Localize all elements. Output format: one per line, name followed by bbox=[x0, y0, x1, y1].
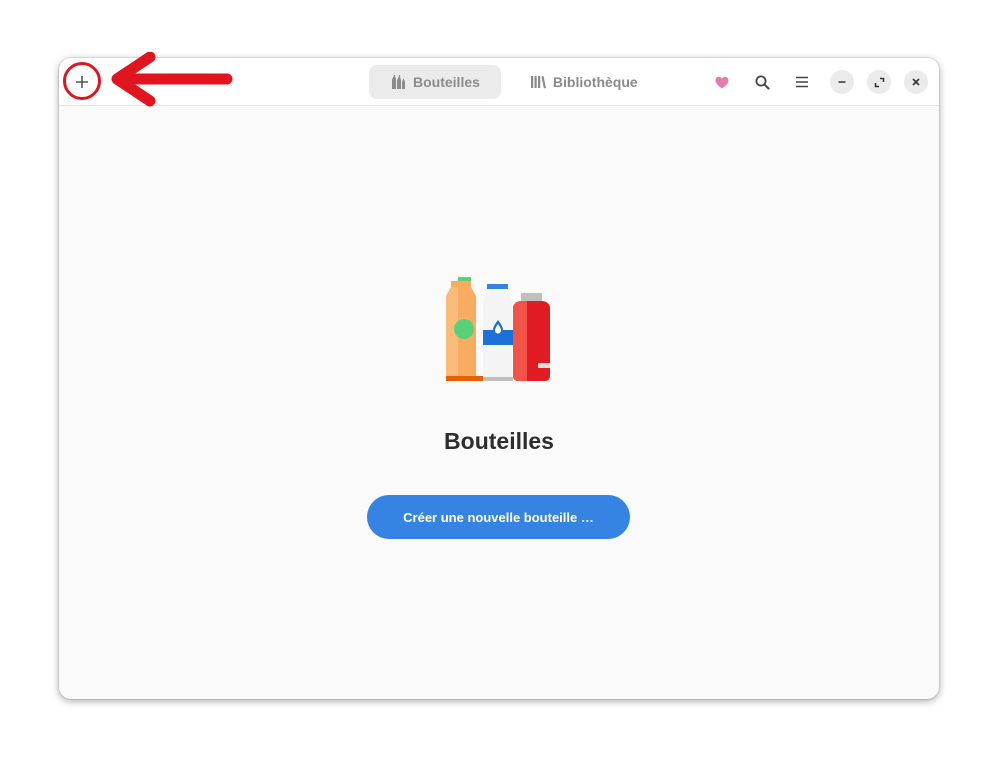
search-icon bbox=[755, 75, 770, 90]
menu-icon bbox=[796, 76, 808, 88]
tab-label: Bibliothèque bbox=[552, 74, 638, 90]
create-bottle-button[interactable]: Créer une nouvelle bouteille … bbox=[367, 495, 630, 539]
bottles-illustration bbox=[445, 277, 551, 383]
minimize-button[interactable] bbox=[830, 70, 854, 94]
annotation-arrow bbox=[111, 52, 233, 107]
bottles-icon bbox=[392, 75, 405, 89]
tab-label: Bouteilles bbox=[413, 74, 480, 90]
app-window: Bouteilles Bibliothèque Bouteilles Créer… bbox=[59, 58, 939, 699]
support-button[interactable] bbox=[710, 70, 734, 94]
view-switcher: Bouteilles Bibliothèque bbox=[369, 65, 659, 99]
annotation-circle bbox=[63, 62, 101, 100]
tab-bouteilles[interactable]: Bouteilles bbox=[369, 65, 501, 99]
heart-icon bbox=[715, 76, 729, 88]
maximize-icon bbox=[874, 77, 884, 87]
maximize-button[interactable] bbox=[867, 70, 891, 94]
tab-bibliotheque[interactable]: Bibliothèque bbox=[509, 65, 659, 99]
library-icon bbox=[530, 75, 546, 89]
main-menu-button[interactable] bbox=[790, 70, 814, 94]
close-icon bbox=[912, 78, 920, 86]
close-button[interactable] bbox=[904, 70, 928, 94]
page-title: Bouteilles bbox=[444, 428, 554, 454]
minimize-icon bbox=[838, 81, 846, 83]
search-button[interactable] bbox=[750, 70, 774, 94]
